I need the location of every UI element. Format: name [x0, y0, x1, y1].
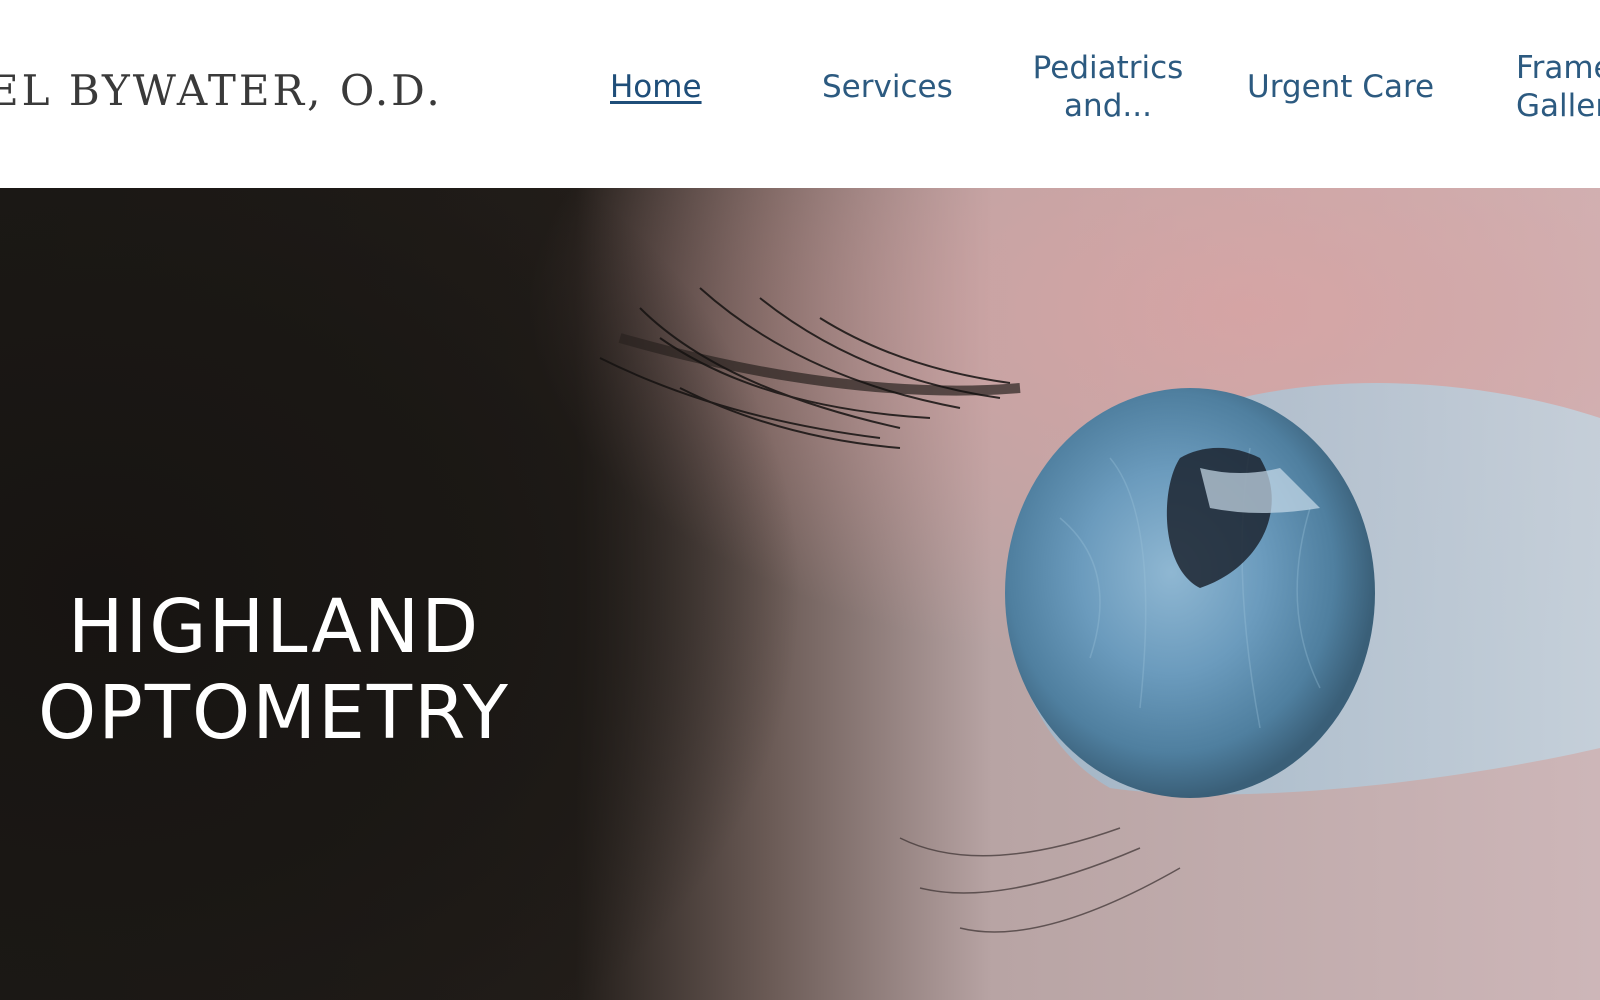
site-name[interactable]: EL BYWATER, O.D.: [0, 66, 443, 115]
site-header: EL BYWATER, O.D. Home Services Pediatric…: [0, 0, 1600, 188]
nav-item-services[interactable]: Services: [822, 68, 953, 106]
hero-banner: HIGHLAND OPTOMETRY: [0, 188, 1600, 1000]
nav-item-pediatrics[interactable]: Pediatrics and...: [1032, 49, 1184, 125]
nav-item-urgent-care[interactable]: Urgent Care: [1247, 68, 1434, 106]
hero-title: HIGHLAND OPTOMETRY: [37, 583, 510, 756]
nav-item-home[interactable]: Home: [610, 68, 702, 106]
nav-item-frame-gallery[interactable]: Frame Gallery: [1516, 49, 1600, 125]
